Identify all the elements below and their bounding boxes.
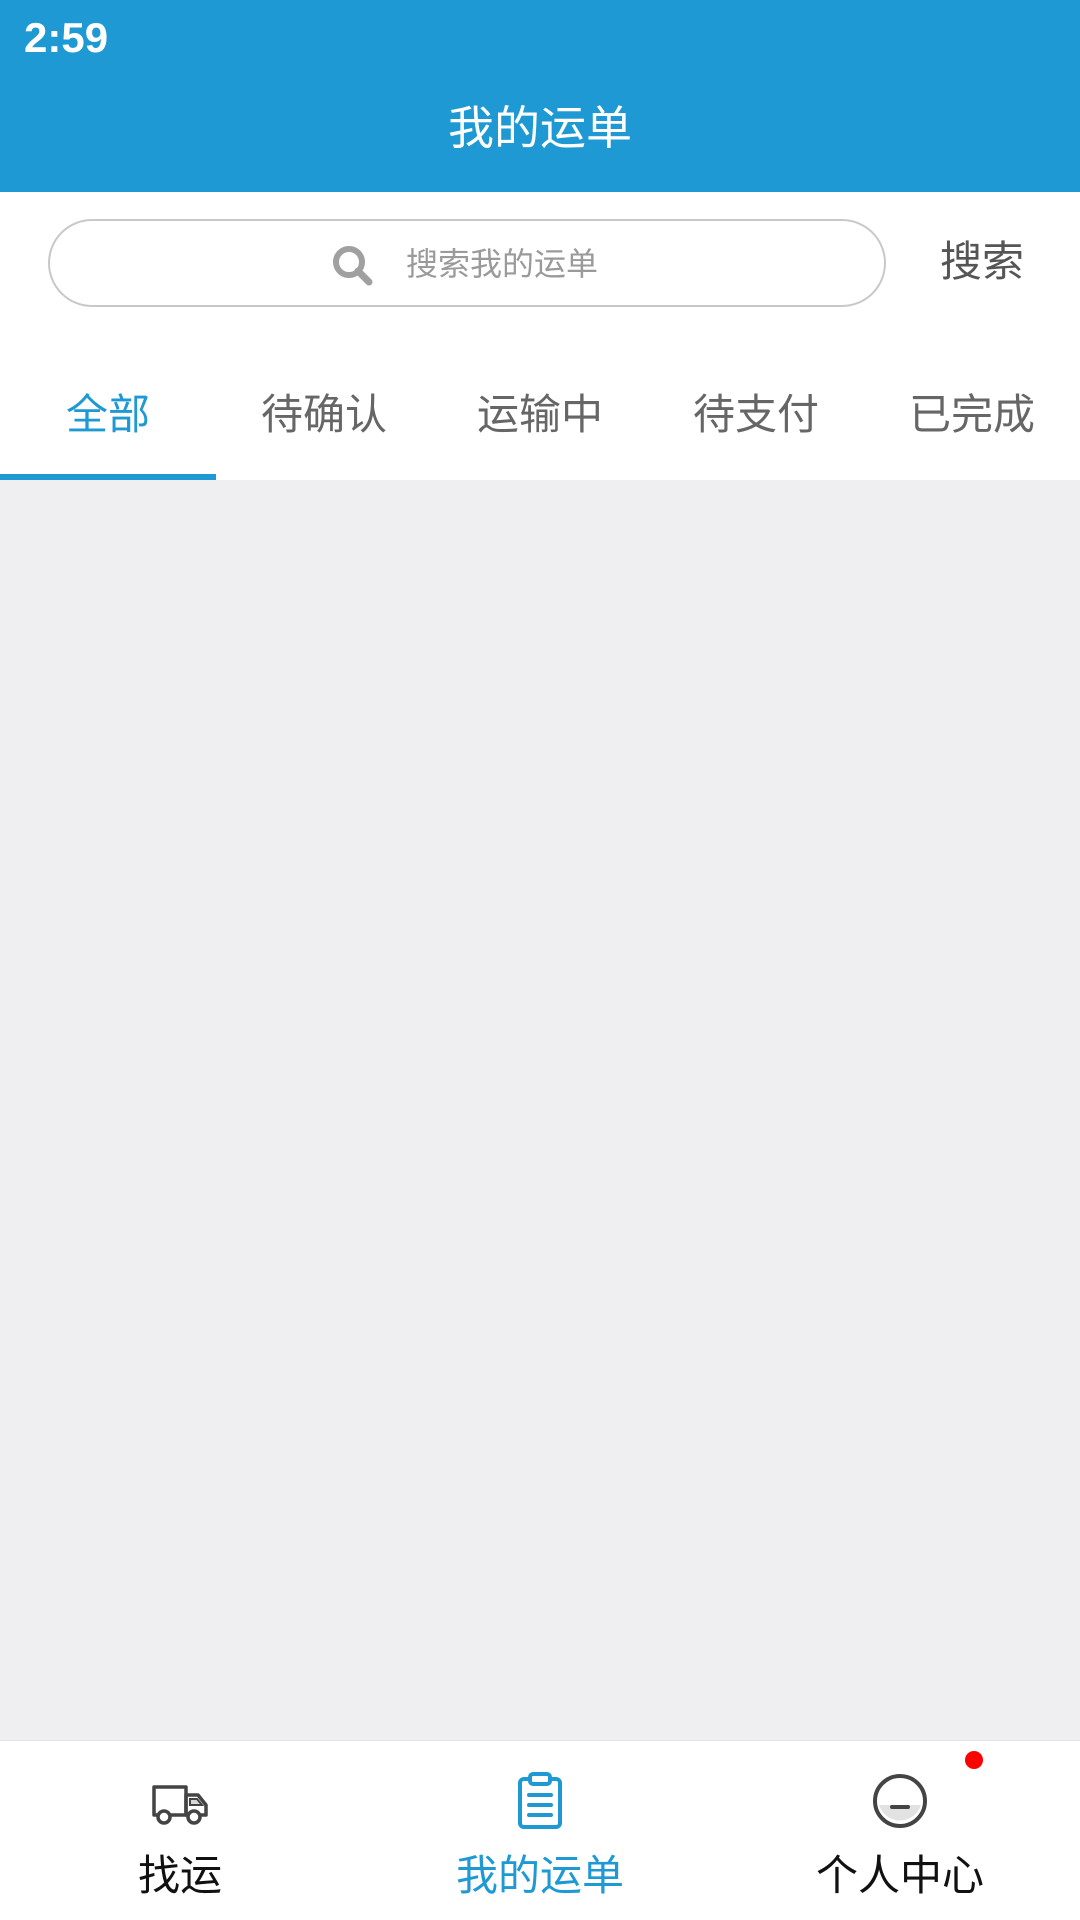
nav-item-my-waybills[interactable]: 我的运单 [360,1741,720,1920]
bottom-navigation: 找运 我的运单 个人中心 [0,1740,1080,1920]
app-root: 2:59 我的运单 搜索我的运单 搜索 全部 待确认 运输中 待支付 已完成 找… [0,0,1080,1920]
tab-in-transit[interactable]: 运输中 [432,342,648,480]
profile-face-icon [873,1774,927,1828]
tab-label: 已完成 [908,389,1035,439]
search-button[interactable]: 搜索 [940,232,1024,292]
tab-label: 运输中 [476,389,603,439]
page-title: 我的运单 [448,101,632,155]
tab-label: 全部 [65,389,150,439]
order-status-tabs: 全部 待确认 运输中 待支付 已完成 [0,342,1080,480]
clipboard-icon [518,1772,562,1829]
nav-item-find-freight[interactable]: 找运 [0,1741,360,1920]
search-placeholder: 搜索我的运单 [406,245,599,283]
tab-pending-payment[interactable]: 待支付 [648,342,864,480]
nav-label: 找运 [137,1851,222,1900]
truck-icon [152,1785,208,1825]
tab-completed[interactable]: 已完成 [864,342,1080,480]
tab-label: 待确认 [260,389,387,439]
notification-badge [965,1751,983,1769]
search-icon [333,246,373,286]
search-input[interactable]: 搜索我的运单 [48,219,886,307]
nav-label: 个人中心 [815,1851,984,1900]
tab-pending-confirmation[interactable]: 待确认 [216,342,432,480]
nav-item-profile[interactable]: 个人中心 [720,1741,1080,1920]
tab-all[interactable]: 全部 [0,342,216,480]
search-bar: 搜索我的运单 搜索 [0,192,1080,342]
top-app-bar: 2:59 我的运单 [0,0,1080,192]
order-list-empty [0,480,1080,1740]
tab-label: 待支付 [692,389,819,439]
status-bar-time: 2:59 [24,14,109,61]
nav-label: 我的运单 [455,1851,624,1900]
